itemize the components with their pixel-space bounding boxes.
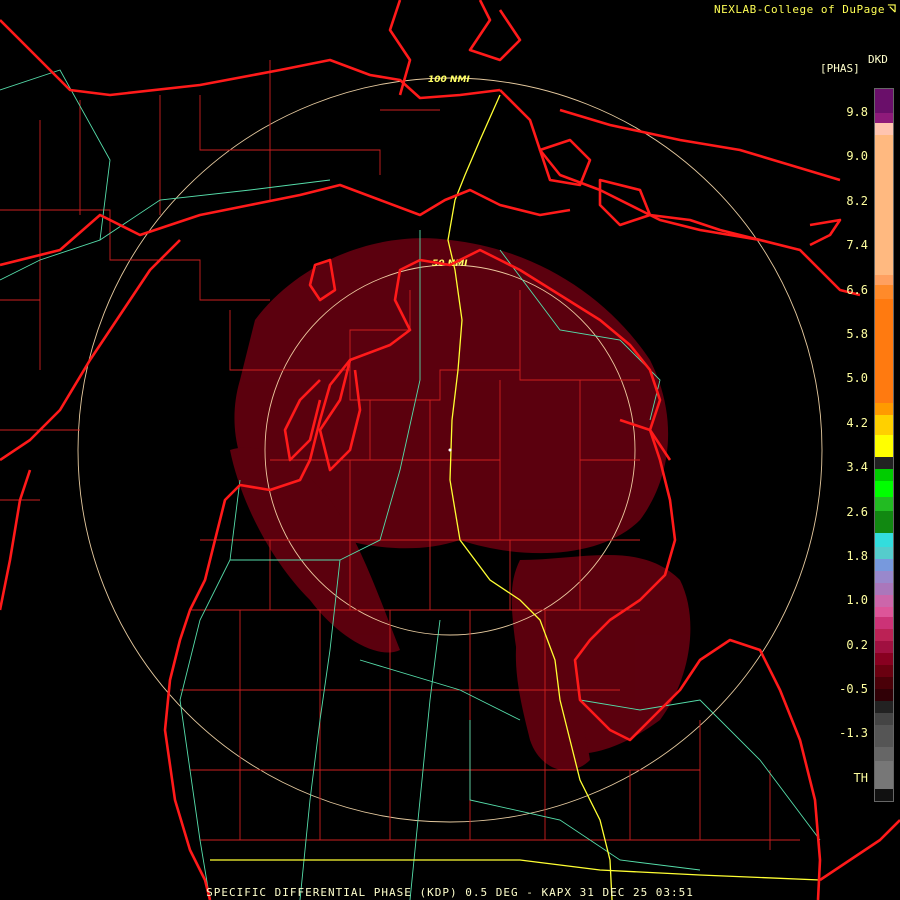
legend-tick: 5.0 (846, 371, 868, 385)
legend-tick: 9.8 (846, 105, 868, 119)
legend-tick: -0.5 (839, 682, 868, 696)
legend-tick: 5.8 (846, 327, 868, 341)
legend-tick: 9.0 (846, 149, 868, 163)
legend-color-bar (874, 88, 894, 802)
legend-tick: 8.2 (846, 194, 868, 208)
legend-tick: -1.3 (839, 726, 868, 740)
legend-tick: 2.6 (846, 505, 868, 519)
radar-map: 100 NMI 50 NMI (0, 0, 900, 900)
legend-tick: 1.8 (846, 549, 868, 563)
legend-unit: DKD (868, 53, 888, 66)
radar-site-marker (448, 448, 452, 452)
legend-tick: 0.2 (846, 638, 868, 652)
header-credit: NEXLAB-College of DuPage (714, 3, 885, 16)
credit-logo-icon (887, 4, 896, 13)
legend-tick: 7.4 (846, 238, 868, 252)
legend-title: [PHAS] (820, 62, 860, 75)
range-ring-label-100: 100 NMI (428, 75, 470, 85)
legend-tick: 4.2 (846, 416, 868, 430)
product-caption: SPECIFIC DIFFERENTIAL PHASE (KDP) 0.5 DE… (206, 886, 694, 899)
legend-tick: 6.6 (846, 283, 868, 297)
legend-tick: TH (853, 771, 868, 785)
legend-tick: 1.0 (846, 593, 868, 607)
legend-tick: 3.4 (846, 460, 868, 474)
